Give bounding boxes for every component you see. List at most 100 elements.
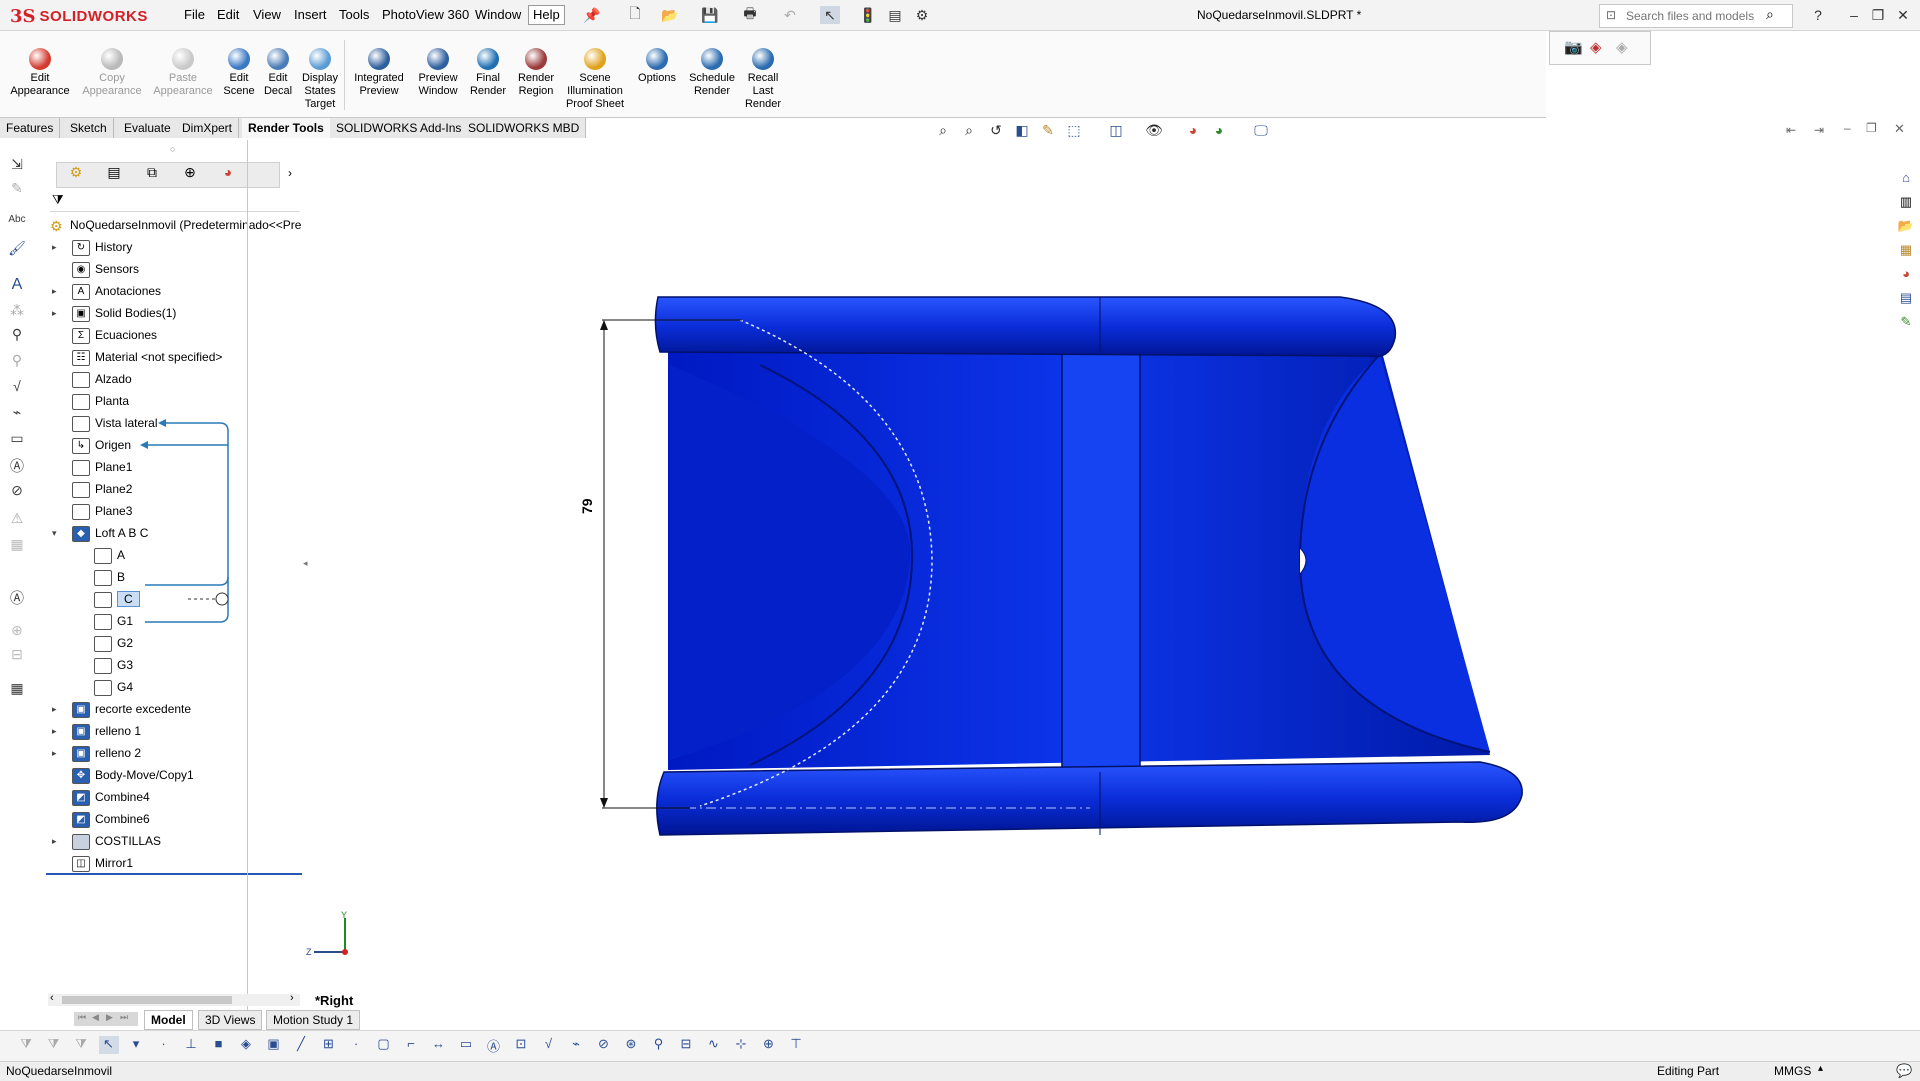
tree-item-relleno-1[interactable]: ▸ ▣ relleno 1 — [52, 720, 141, 742]
camera-icon[interactable]: 📷 — [1564, 38, 1583, 56]
scroll-thumb[interactable] — [62, 996, 232, 1004]
relation-handle[interactable] — [215, 592, 229, 606]
dynamic-annotation-icon[interactable]: ✎ — [1037, 122, 1059, 142]
edit-appearance-icon[interactable]: ◕ — [1182, 122, 1204, 142]
ribbon-button-scene-illumination-proof-sheet[interactable]: Scene Illumination Proof Sheet — [561, 48, 629, 111]
datum-feature-icon[interactable]: Ⓐ — [6, 456, 28, 476]
axis-filter-icon[interactable]: ⊥ — [181, 1036, 201, 1054]
file-properties-icon[interactable]: ▤ — [885, 6, 905, 24]
tree-item-combine4[interactable]: ◩ Combine4 — [72, 786, 150, 808]
ribbon-button-schedule-render[interactable]: Schedule Render — [686, 48, 738, 98]
tree-item-plane3[interactable]: Plane3 — [72, 500, 132, 522]
ribbon-button-copy-appearance[interactable]: Copy Appearance — [80, 48, 144, 98]
center-mark-icon[interactable]: ⊕ — [6, 622, 28, 642]
search-icon[interactable]: ⌕ — [1766, 6, 1774, 23]
search-box[interactable]: ⊡ ⌕ — [1599, 4, 1793, 28]
tree-item-planta[interactable]: Planta — [72, 390, 129, 412]
tree-item-material-not-specified-[interactable]: ☷ Material <not specified> — [72, 346, 222, 368]
tab-evaluate[interactable]: Evaluate — [118, 118, 178, 138]
zoom-to-fit-icon[interactable]: ⌕ — [932, 122, 954, 142]
viewport-close-icon[interactable]: ✕ — [1894, 121, 1905, 137]
tree-item-mirror1[interactable]: ◫ Mirror1 — [72, 852, 133, 874]
ribbon-button-render-region[interactable]: Render Region — [512, 48, 560, 98]
tree-item-history[interactable]: ▸ ↻ History — [52, 236, 132, 258]
tab-model[interactable]: Model — [144, 1010, 193, 1030]
filter-select-icon[interactable]: ⧩ — [71, 1036, 91, 1054]
note-icon[interactable]: A — [6, 276, 28, 296]
solidworks-resources-icon[interactable]: ⌂ — [1896, 170, 1916, 190]
open-document-icon[interactable]: 📂 — [660, 6, 680, 24]
surface-finish-icon[interactable]: √ — [6, 378, 28, 398]
centerline-icon[interactable]: ⊟ — [6, 646, 28, 666]
hide-show-items-icon[interactable]: 👁 — [1143, 122, 1165, 142]
ribbon-button-edit-scene[interactable]: Edit Scene — [219, 48, 259, 98]
menu-help[interactable]: Help — [528, 5, 565, 25]
expand-icon[interactable]: ▸ — [52, 236, 57, 258]
pin-icon[interactable]: 📌 — [582, 6, 602, 24]
viewport-prev-icon[interactable]: ⇤ — [1786, 123, 1796, 137]
tree-item-c[interactable]: C — [94, 588, 140, 610]
center-mark-filter-icon[interactable]: ⊕ — [759, 1036, 779, 1054]
sketch-tool-icon[interactable]: ✎ — [6, 180, 28, 200]
feedback-icon[interactable]: 💬 — [1896, 1063, 1912, 1079]
expand-icon[interactable]: ▸ — [52, 830, 57, 852]
select-dropdown-icon[interactable]: ▾ — [126, 1036, 146, 1054]
tree-item-plane1[interactable]: Plane1 — [72, 456, 132, 478]
tree-item-costillas[interactable]: ▸ COSTILLAS — [52, 830, 161, 852]
panel-grip-icon[interactable]: ○ — [170, 144, 175, 154]
solidworks-forum-icon[interactable]: ✎ — [1896, 314, 1916, 334]
units-dropdown-icon[interactable]: ▴ — [1818, 1063, 1823, 1074]
render-disabled-icon[interactable]: ◈ — [1616, 38, 1628, 56]
edge-filter-icon[interactable]: ╱ — [291, 1036, 311, 1054]
panel-divider[interactable] — [247, 140, 248, 1010]
ribbon-button-options[interactable]: Options — [633, 48, 681, 85]
weld-symbol-icon[interactable]: ⌁ — [6, 404, 28, 424]
display-style-icon[interactable]: ◫ — [1105, 122, 1127, 142]
hatch-icon[interactable]: ▦ — [6, 536, 28, 556]
weld-filter-icon[interactable]: ⌁ — [566, 1036, 586, 1054]
tab-next-icon[interactable]: ▶ — [106, 1012, 113, 1023]
menu-tools[interactable]: Tools — [339, 7, 369, 22]
tree-root[interactable]: ⚙ NoQuedarseInmovil (Predeterminado<<Pre — [50, 214, 301, 236]
view-orientation-icon[interactable]: ⬚ — [1063, 122, 1085, 142]
previous-view-icon[interactable]: ↺ — [985, 122, 1007, 142]
menu-view[interactable]: View — [253, 7, 281, 22]
table-icon[interactable]: ▦ — [6, 680, 28, 700]
featuremanager-tab-icon[interactable]: ⚙ — [58, 164, 94, 184]
linear-pattern-icon[interactable]: ⁂ — [6, 302, 28, 322]
undo-icon[interactable]: ↶ — [780, 6, 800, 24]
ribbon-button-final-render[interactable]: Final Render — [466, 48, 510, 98]
route-filter-icon[interactable]: ∿ — [704, 1036, 724, 1054]
solid-body-icon[interactable]: ▣ — [264, 1036, 284, 1054]
expand-icon[interactable]: ▸ — [52, 698, 57, 720]
viewport-minimize-icon[interactable]: – — [1844, 121, 1851, 135]
note-filter-icon[interactable]: ▭ — [456, 1036, 476, 1054]
scroll-left-icon[interactable]: ‹ — [50, 992, 54, 1004]
propertymanager-tab-icon[interactable]: ▤ — [96, 164, 132, 184]
dimension-value[interactable]: 79 — [579, 498, 595, 514]
tab-scroll-buttons[interactable]: ⏮ ◀ ▶ ⏭ — [74, 1012, 138, 1026]
custom-properties-icon[interactable]: ▤ — [1896, 290, 1916, 310]
section-view-icon[interactable]: ◧ — [1011, 122, 1033, 142]
tree-filter[interactable]: ⧩ — [50, 191, 300, 212]
tab-first-icon[interactable]: ⏮ — [78, 1012, 86, 1023]
tree-item-combine6[interactable]: ◩ Combine6 — [72, 808, 150, 830]
status-units[interactable]: MMGS — [1774, 1064, 1811, 1078]
filter-toggle-icon[interactable]: ⧩ — [16, 1036, 36, 1054]
expand-icon[interactable]: ▸ — [52, 280, 57, 302]
view-palette-icon[interactable]: ▦ — [1896, 242, 1916, 262]
tree-item-anotaciones[interactable]: ▸ A Anotaciones — [52, 280, 161, 302]
block-filter-icon[interactable]: ⊟ — [676, 1036, 696, 1054]
hole-callout-icon[interactable]: ⚠ — [6, 510, 28, 530]
menu-insert[interactable]: Insert — [294, 7, 327, 22]
ribbon-button-integrated-preview[interactable]: Integrated Preview — [349, 48, 409, 98]
ribbon-button-edit-appearance[interactable]: Edit Appearance — [8, 48, 72, 98]
geometric-tolerance-icon[interactable]: ▭ — [6, 430, 28, 450]
tree-item-origen[interactable]: ↳ Origen — [72, 434, 131, 456]
viewport-next-icon[interactable]: ⇥ — [1814, 123, 1824, 137]
design-library-icon[interactable]: ▥ — [1896, 194, 1916, 214]
solidworks-logo[interactable]: 3S SOLIDWORKS — [10, 4, 154, 28]
menu-file[interactable]: File — [184, 7, 205, 22]
connection-point-filter-icon[interactable]: ⊤ — [786, 1036, 806, 1054]
zoom-to-area-icon[interactable]: ⌕ — [958, 122, 980, 142]
